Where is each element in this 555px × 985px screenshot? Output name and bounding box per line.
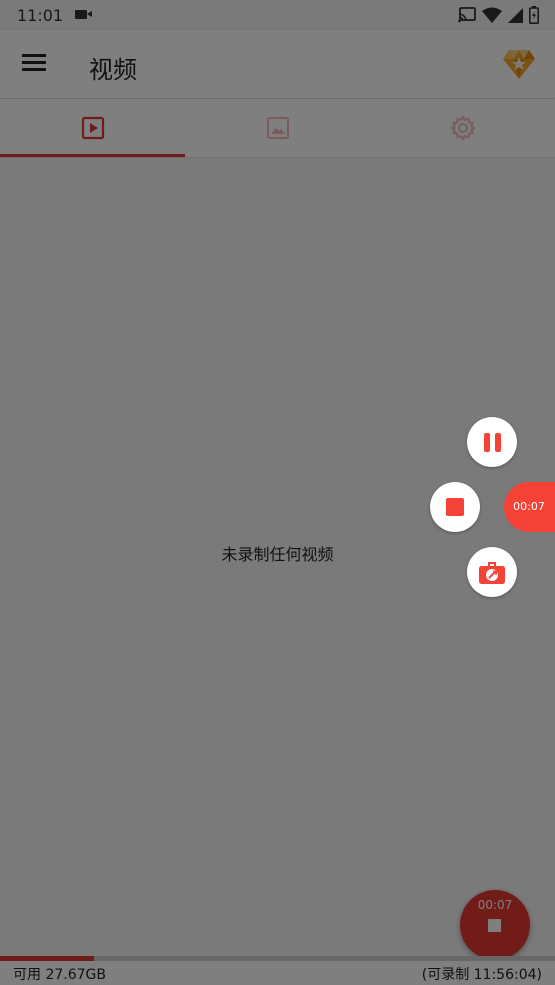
recording-timer-bubble[interactable]: 00:07 [504,482,555,532]
stop-button[interactable] [430,482,480,532]
toolbox-icon [479,562,505,584]
toolbox-button[interactable] [467,547,517,597]
recording-timer: 00:07 [513,500,545,513]
pause-button[interactable] [467,417,517,467]
stop-icon [446,498,464,516]
pause-icon [483,432,490,452]
pause-icon-bar [494,432,501,452]
